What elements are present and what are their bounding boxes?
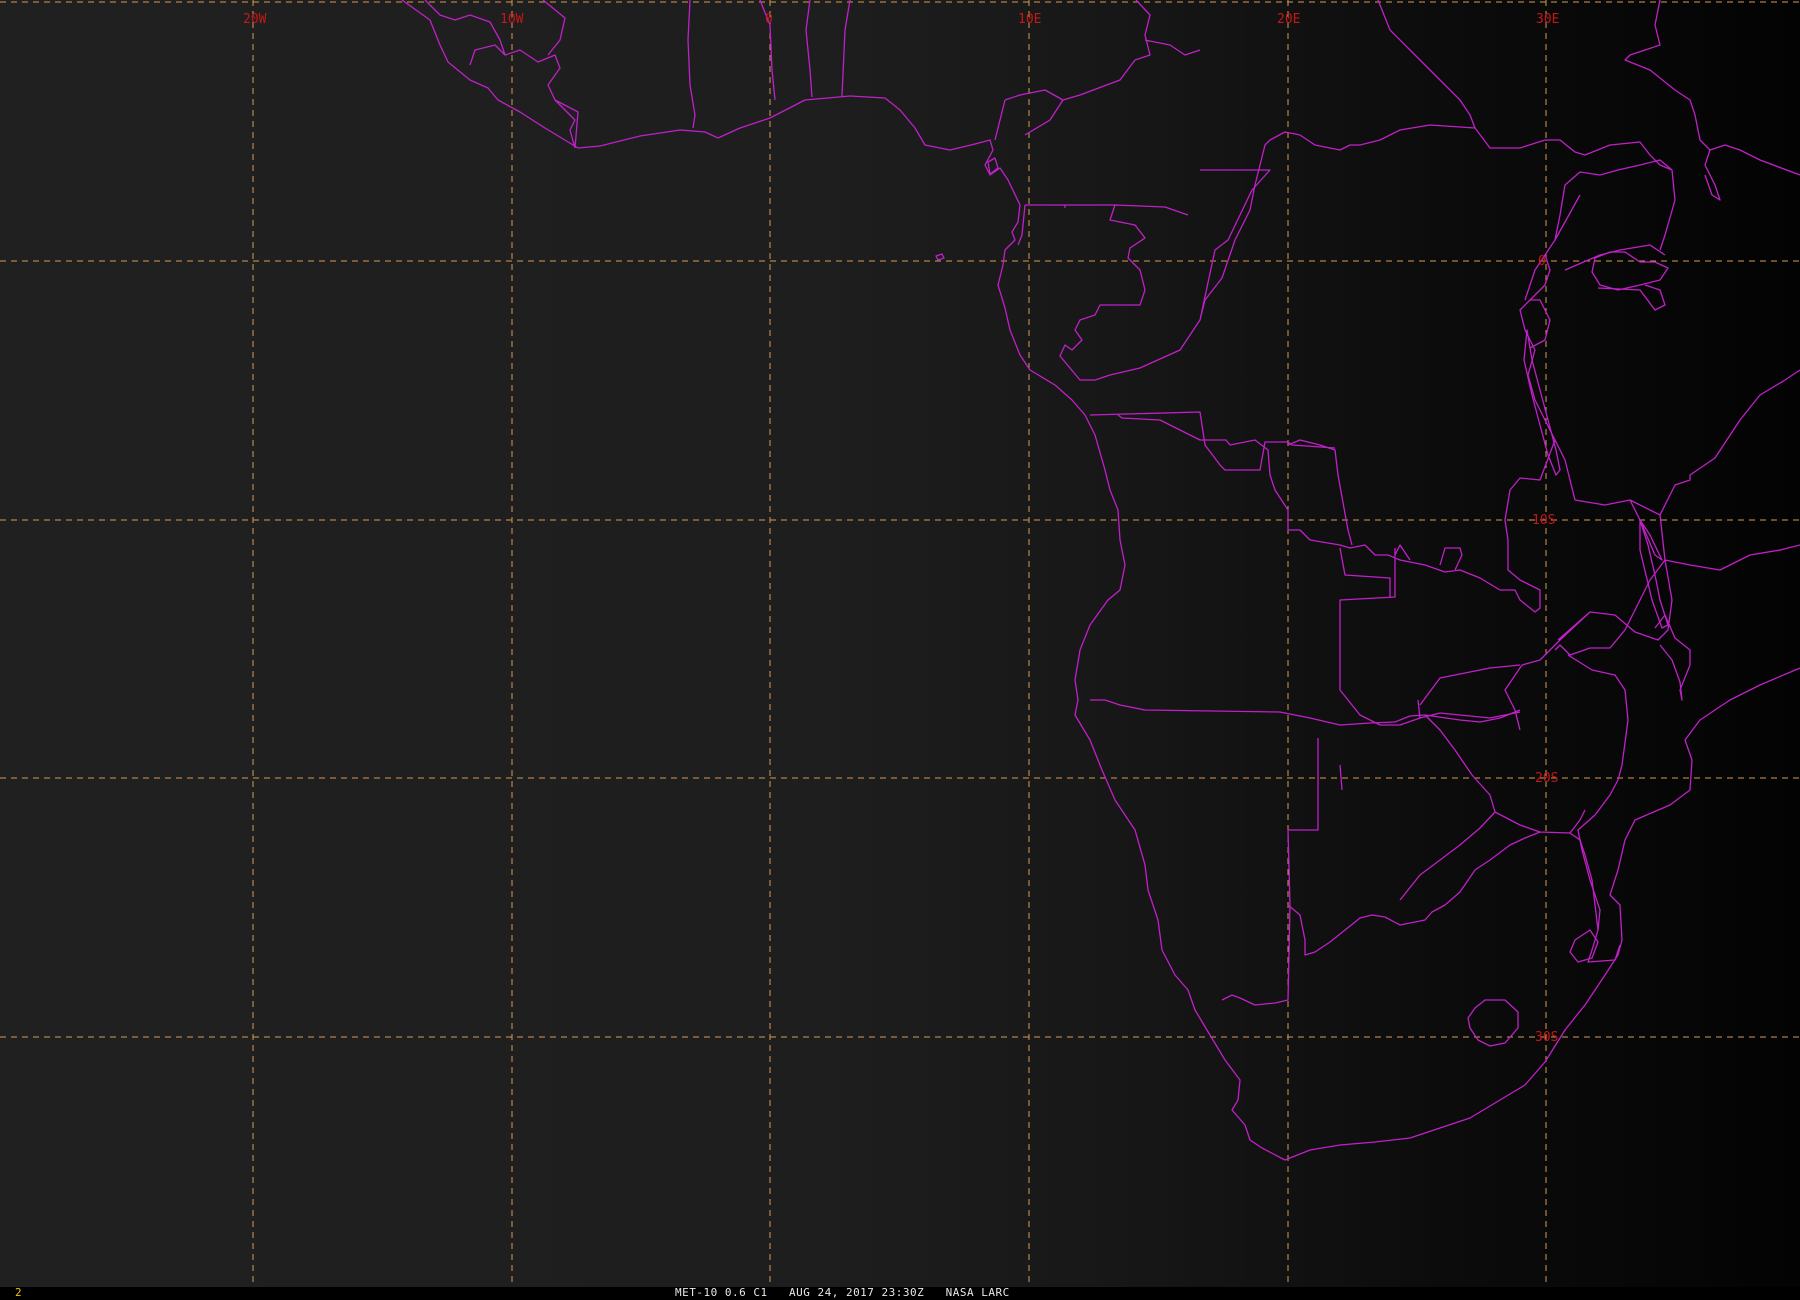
image-caption: MET-10 0.6 C1 AUG 24, 2017 23:30Z NASA L…	[675, 1286, 1010, 1299]
graticule	[0, 0, 1800, 1287]
latitude-label-10s: 10S	[1532, 513, 1555, 528]
west-africa-borders	[424, 0, 851, 149]
lake-victoria	[1591, 251, 1669, 291]
longitude-label-0: 0	[765, 12, 773, 27]
longitude-label-20w: 20W	[243, 12, 267, 27]
map-canvas: 20W 10W 0 10E 20E 30E 0 10S 20S 30S	[0, 0, 1800, 1287]
longitude-label-30e: 30E	[1536, 12, 1559, 27]
frame-number: 2	[15, 1286, 22, 1299]
southern-africa-borders	[1089, 411, 1599, 1006]
central-africa-borders	[994, 0, 1800, 963]
satellite-image-viewer[interactable]: 20W 10W 0 10E 20E 30E 0 10S 20S 30S	[0, 0, 1800, 1287]
latitude-label-0: 0	[1538, 254, 1546, 269]
longitude-label-10w: 10W	[500, 12, 524, 27]
political-borders	[401, 0, 1800, 1161]
latitude-label-20s: 20S	[1535, 771, 1558, 786]
status-bar: 2 MET-10 0.6 C1 AUG 24, 2017 23:30Z NASA…	[0, 1286, 1800, 1300]
annobon-island	[935, 253, 945, 261]
lake-tanganyika	[1523, 329, 1561, 476]
longitude-label-10e: 10E	[1018, 12, 1041, 27]
bioko-island	[987, 157, 999, 175]
latitude-label-30s: 30S	[1535, 1030, 1558, 1045]
lesotho-border	[1467, 999, 1519, 1047]
graticule-labels: 20W 10W 0 10E 20E 30E 0 10S 20S 30S	[243, 12, 1559, 1045]
longitude-label-20e: 20E	[1277, 12, 1300, 27]
